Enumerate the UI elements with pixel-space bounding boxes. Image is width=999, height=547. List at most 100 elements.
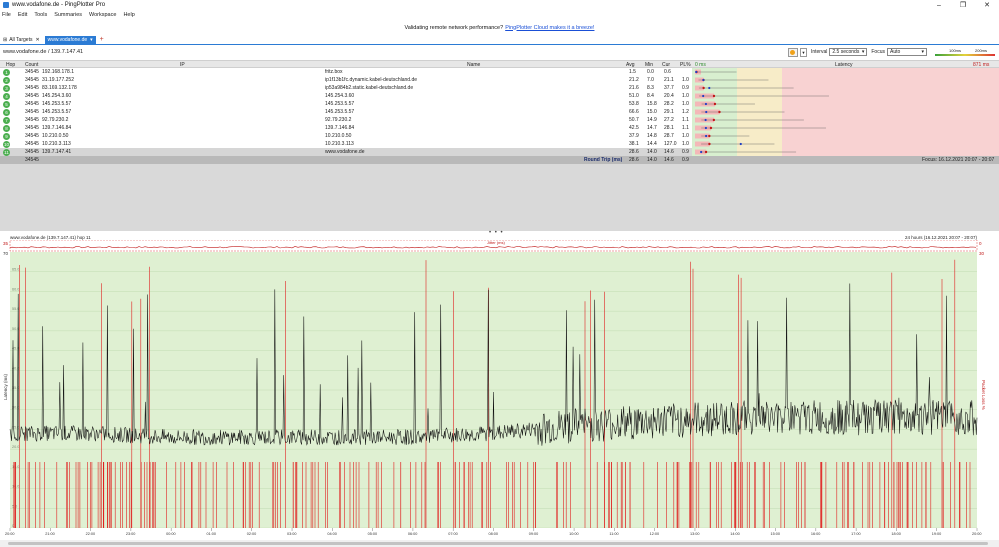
chevron-down-icon: ▾ bbox=[861, 49, 865, 55]
x-tick-label: 05:00 bbox=[368, 532, 378, 536]
maximize-button[interactable]: ❐ bbox=[951, 0, 975, 10]
row-pl: 1.1 bbox=[682, 117, 689, 123]
hop-status-badge: 7 bbox=[3, 116, 10, 124]
col-max-ms: 871 ms bbox=[973, 61, 990, 68]
row-count: 34545 bbox=[25, 117, 39, 123]
row-count: 34545 bbox=[25, 77, 39, 83]
latency-graph bbox=[692, 68, 999, 156]
row-cur: 20.4 bbox=[664, 93, 674, 99]
hop-status-badge: 4 bbox=[3, 92, 10, 100]
row-pl: 0.9 bbox=[682, 85, 689, 91]
latency-cur-point bbox=[702, 78, 705, 82]
x-tick-label: 06:00 bbox=[408, 532, 418, 536]
menu-edit[interactable]: Edit bbox=[18, 12, 27, 18]
col-avg[interactable]: Avg bbox=[626, 62, 635, 68]
chevron-down-icon[interactable]: ▼ bbox=[799, 47, 807, 57]
row-ip: 139.7.147.41 bbox=[42, 149, 72, 155]
row-min: 14.8 bbox=[647, 133, 657, 139]
col-zero-ms: 0 ms bbox=[695, 61, 706, 68]
row-name: 145.253.5.57 bbox=[325, 101, 355, 107]
x-tick-label: 01:00 bbox=[206, 532, 216, 536]
col-ip[interactable]: IP bbox=[180, 62, 185, 68]
col-pl[interactable]: PL% bbox=[680, 62, 691, 68]
focus-select[interactable]: Auto ▾ bbox=[887, 48, 927, 56]
menu-file[interactable]: File bbox=[2, 12, 11, 18]
row-name: fritz.box bbox=[325, 69, 343, 75]
menu-tools[interactable]: Tools bbox=[34, 12, 47, 18]
tab-menu-icon[interactable]: ▾ bbox=[90, 37, 93, 43]
row-avg: 21.2 bbox=[629, 77, 639, 83]
latency-avg-point bbox=[712, 94, 716, 98]
latency-cur-point bbox=[705, 134, 708, 138]
row-ip: 31.19.177.252 bbox=[42, 77, 74, 83]
pingplotter-app-icon bbox=[3, 2, 9, 8]
scale-low-label: 100ms bbox=[949, 47, 962, 53]
timeline-title: www.vodafone.de (139.7.147.41) hop 11 bbox=[10, 234, 91, 240]
col-name[interactable]: Name bbox=[467, 62, 480, 68]
row-count: 34545 bbox=[25, 109, 39, 115]
timeline-range: 24 hours (16.12.2021 20:07 - 20:07) bbox=[905, 234, 978, 240]
focus-label: Focus bbox=[871, 49, 885, 55]
summary-pl: 0.9 bbox=[682, 157, 689, 163]
hop-status-badge: 2 bbox=[3, 76, 10, 84]
x-tick-label: 20:00 bbox=[972, 532, 982, 536]
pause-resume-button[interactable] bbox=[787, 47, 798, 57]
x-tick-label: 12:00 bbox=[650, 532, 660, 536]
menu-workspace[interactable]: Workspace bbox=[89, 12, 116, 18]
row-min: 7.0 bbox=[647, 77, 654, 83]
toolbar: www.vodafone.de / 139.7.147.41 ▼ Interva… bbox=[0, 46, 999, 58]
row-cur: 28.1 bbox=[664, 125, 674, 131]
close-tab-icon[interactable]: ✕ bbox=[35, 37, 39, 43]
row-count: 34545 bbox=[25, 125, 39, 131]
row-pl: 1.0 bbox=[682, 101, 689, 107]
row-ip: 145.254.3.60 bbox=[42, 93, 72, 99]
x-tick-label: 15:00 bbox=[771, 532, 781, 536]
row-ip: 83.169.132.178 bbox=[42, 85, 77, 91]
row-avg: 50.7 bbox=[629, 117, 639, 123]
col-hop[interactable]: Hop bbox=[6, 62, 15, 68]
close-button[interactable]: ✕ bbox=[975, 0, 999, 10]
x-tick-label: 14:00 bbox=[730, 532, 740, 536]
latency-cur-point bbox=[704, 118, 707, 122]
row-cur: 28.2 bbox=[664, 101, 674, 107]
latency-avg-point bbox=[712, 118, 716, 122]
col-count[interactable]: Count bbox=[25, 62, 38, 68]
row-count: 34545 bbox=[25, 85, 39, 91]
row-cur: 27.2 bbox=[664, 117, 674, 123]
row-name: 10.210.0.50 bbox=[325, 133, 352, 139]
row-name: 10.210.3.113 bbox=[325, 141, 354, 147]
minimize-button[interactable]: – bbox=[927, 0, 951, 10]
row-min: 14.7 bbox=[647, 125, 657, 131]
latency-scale-legend: 100ms 200ms bbox=[935, 48, 995, 57]
x-tick-label: 19:00 bbox=[932, 532, 942, 536]
row-count: 34545 bbox=[25, 93, 39, 99]
x-tick-label: 10:00 bbox=[569, 532, 579, 536]
x-tick-label: 16:00 bbox=[811, 532, 821, 536]
round-trip-summary: 34545 Round Trip (ms) 28.6 14.0 14.6 0.9… bbox=[0, 156, 999, 164]
banner-link[interactable]: PingPlotter Cloud makes it a breeze! bbox=[505, 25, 594, 31]
row-name: ip53a984b2.static.kabel-deutschland.de bbox=[325, 85, 414, 91]
jitter-label: Jitter (ms) bbox=[487, 240, 505, 245]
hop-status-badge: 10 bbox=[3, 140, 10, 148]
timeline-scrollbar[interactable] bbox=[0, 540, 999, 547]
y-top-right: 30 bbox=[979, 251, 985, 256]
add-tab-button[interactable]: + bbox=[100, 36, 104, 44]
scale-high-label: 200ms bbox=[975, 47, 988, 53]
row-avg: 53.8 bbox=[629, 101, 639, 107]
x-tick-label: 20:00 bbox=[5, 532, 15, 536]
menu-summaries[interactable]: Summaries bbox=[54, 12, 82, 18]
interval-select[interactable]: 2.5 seconds ▾ bbox=[829, 48, 868, 56]
latency-cur-point bbox=[702, 94, 705, 98]
x-tick-label: 11:00 bbox=[609, 532, 618, 536]
tab-target[interactable]: www.vodafone.de ▾ bbox=[44, 36, 96, 44]
row-min: 15.8 bbox=[647, 101, 657, 107]
latency-cur-point bbox=[695, 70, 698, 74]
row-ip: 139.7.146.84 bbox=[42, 125, 72, 131]
y-tick-label: 20.0 bbox=[12, 445, 19, 449]
col-min[interactable]: Min bbox=[645, 62, 653, 68]
menu-help[interactable]: Help bbox=[123, 12, 134, 18]
row-ip: 192.168.178.1 bbox=[42, 69, 74, 75]
col-cur[interactable]: Cur bbox=[662, 62, 670, 68]
scrollbar-thumb[interactable] bbox=[8, 542, 988, 545]
tab-all-targets[interactable]: ⊞ All Targets ✕ bbox=[0, 36, 43, 44]
